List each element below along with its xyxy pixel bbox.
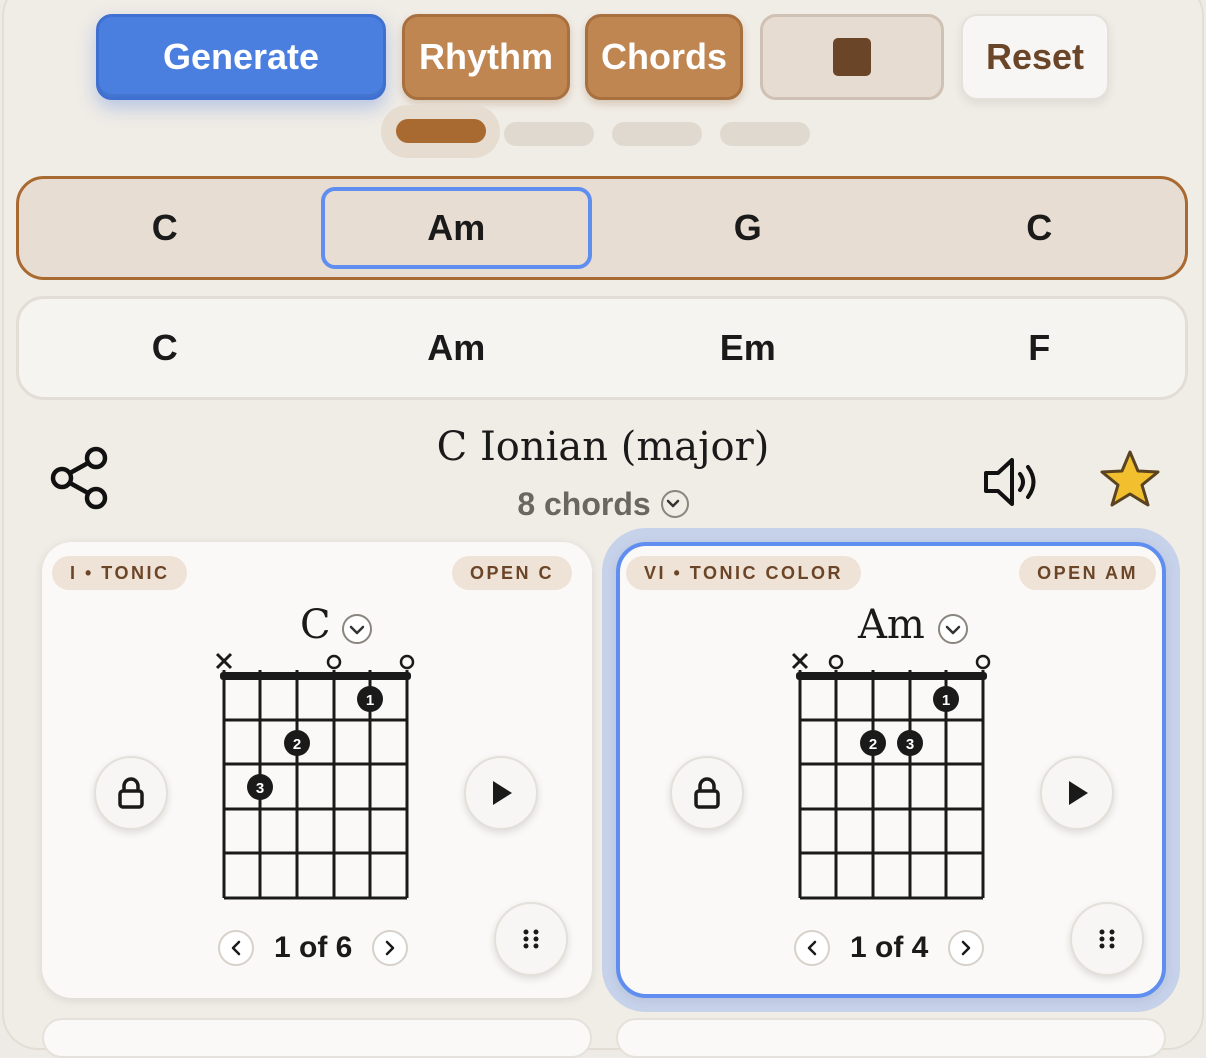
chevron-down-icon[interactable] [938, 614, 968, 644]
chord-name: Am [858, 602, 925, 648]
progression-chord-selected[interactable]: Am [311, 179, 603, 277]
chevron-left-icon [231, 940, 241, 956]
progression-row[interactable]: C Am Em F [16, 296, 1188, 400]
chord-card[interactable]: I • TONIC OPEN C C 1 2 3 1 of 6 [42, 542, 592, 998]
chord-card-next[interactable] [616, 1018, 1166, 1058]
chords-button[interactable]: Chords [585, 14, 743, 100]
progression-chord[interactable]: Em [602, 299, 894, 397]
voicing-index: 1 of 4 [850, 931, 929, 964]
voicing-pager: 1 of 4 [794, 926, 985, 970]
reset-button[interactable]: Reset [961, 14, 1109, 100]
next-voicing-button[interactable] [372, 930, 409, 966]
chevron-left-icon [807, 940, 817, 956]
play-button[interactable] [1040, 756, 1114, 830]
chevron-down-icon[interactable] [342, 614, 372, 644]
play-button[interactable] [464, 756, 538, 830]
speaker-icon[interactable] [982, 454, 1044, 510]
previous-voicing-button[interactable] [794, 930, 830, 966]
function-badge: I • TONIC [52, 556, 188, 590]
svg-text:3: 3 [256, 780, 264, 797]
drag-handle[interactable] [1070, 902, 1144, 976]
voicing-index: 1 of 6 [274, 931, 353, 964]
lock-icon [118, 777, 144, 809]
play-icon [493, 781, 512, 805]
play-icon [1069, 781, 1088, 805]
stop-button[interactable] [760, 14, 944, 100]
grip-dots-icon [523, 929, 539, 949]
svg-text:1: 1 [942, 692, 950, 709]
voicing-badge: OPEN AM [1019, 556, 1156, 590]
svg-text:1: 1 [366, 692, 374, 709]
rhythm-button[interactable]: Rhythm [402, 14, 570, 100]
chord-name: C [300, 602, 331, 648]
chevron-right-icon [386, 940, 395, 956]
progression-chord[interactable]: C [19, 179, 311, 277]
chevron-right-icon [962, 940, 971, 956]
voicing-pager: 1 of 6 [218, 926, 409, 970]
progression-row-active[interactable]: C Am G C [16, 176, 1188, 280]
grip-dots-icon [1099, 929, 1115, 949]
chord-diagram: 1 2 3 [215, 652, 415, 900]
progression-chord[interactable]: G [602, 179, 894, 277]
star-icon[interactable] [1098, 448, 1162, 512]
drag-handle[interactable] [494, 902, 568, 976]
generate-button[interactable]: Generate [96, 14, 386, 100]
progression-chord[interactable]: C [19, 299, 311, 397]
function-badge: VI • TONIC COLOR [626, 556, 861, 590]
previous-voicing-button[interactable] [218, 930, 254, 966]
progression-chord[interactable]: F [894, 299, 1186, 397]
stop-square-icon [833, 38, 871, 76]
chord-card-selected[interactable]: VI • TONIC COLOR OPEN AM Am 1 2 3 1 of 4 [616, 542, 1166, 998]
progression-chord[interactable]: Am [311, 299, 603, 397]
lock-button[interactable] [94, 756, 168, 830]
page-dot-4[interactable] [720, 122, 810, 146]
chord-diagram: 1 2 3 [791, 652, 991, 900]
page-dot-2[interactable] [504, 122, 594, 146]
progression-chord[interactable]: C [894, 179, 1186, 277]
svg-text:2: 2 [869, 736, 877, 753]
page-dot-3[interactable] [612, 122, 702, 146]
svg-text:3: 3 [906, 736, 914, 753]
page-dot-1[interactable] [396, 119, 486, 143]
next-voicing-button[interactable] [948, 930, 985, 966]
chevron-down-icon[interactable] [660, 489, 689, 518]
svg-text:2: 2 [293, 736, 301, 753]
lock-icon [694, 777, 720, 809]
chord-count-label: 8 chords [517, 486, 651, 522]
chord-card-next[interactable] [42, 1018, 592, 1058]
lock-button[interactable] [670, 756, 744, 830]
voicing-badge: OPEN C [451, 556, 572, 590]
